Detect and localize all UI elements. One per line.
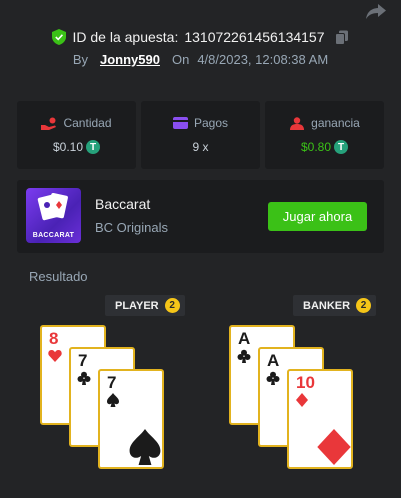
- share-icon[interactable]: [365, 2, 387, 20]
- by-label: By: [72, 52, 88, 67]
- username-link[interactable]: Jonny590: [100, 52, 160, 67]
- card-rank: A: [238, 329, 251, 348]
- club-icon: [266, 371, 280, 385]
- card-rank: 7: [78, 351, 88, 370]
- spade-icon: [107, 393, 119, 407]
- stat-payout-value: 9 x: [192, 140, 209, 154]
- diamond-large-icon: [317, 429, 351, 465]
- hand-coins-icon: [41, 117, 57, 130]
- profit-icon: [290, 116, 305, 130]
- bet-datetime: 4/8/2023, 12:08:38 AM: [197, 52, 329, 67]
- card-rank: 7: [107, 373, 117, 392]
- card-rank: 8: [49, 329, 59, 348]
- spade-large-icon: [129, 429, 161, 465]
- game-panel: BACCARAT Baccarat BC Originals Jugar aho…: [17, 180, 384, 253]
- club-icon: [77, 371, 91, 385]
- bet-id-row: ID de la apuesta: 131072261456134157: [0, 29, 401, 45]
- card-rank: 10: [296, 373, 315, 392]
- diamond-icon: [296, 393, 308, 407]
- cards-art-icon: [37, 192, 68, 221]
- bet-id-label: ID de la apuesta:: [72, 29, 179, 45]
- club-icon: [237, 349, 251, 363]
- stat-amount: Cantidad $0.10 T: [17, 101, 136, 169]
- game-name[interactable]: Baccarat: [95, 196, 150, 212]
- player-card-3: 7: [98, 369, 164, 469]
- bet-id-value: 131072261456134157: [184, 29, 325, 45]
- stat-profit-value: $0.80: [300, 140, 332, 154]
- banker-score: 2: [356, 298, 372, 313]
- stat-profit-label: ganancia: [311, 116, 360, 130]
- player-tag: PLAYER 2: [105, 295, 185, 316]
- banker-card-3: 10: [287, 369, 353, 469]
- bet-meta-row: By Jonny590 On 4/8/2023, 12:08:38 AM: [0, 52, 401, 67]
- player-score: 2: [164, 298, 180, 313]
- play-now-button[interactable]: Jugar ahora: [268, 202, 367, 231]
- wallet-icon: [172, 117, 188, 129]
- bet-stats: Cantidad $0.10 T Pagos 9 x ganancia $0.8…: [17, 101, 384, 169]
- game-thumbnail[interactable]: BACCARAT: [26, 188, 81, 243]
- game-thumbnail-text: BACCARAT: [32, 232, 75, 239]
- stat-payout-label: Pagos: [193, 116, 229, 130]
- result-heading: Resultado: [29, 269, 88, 284]
- verified-shield-icon: [52, 29, 67, 45]
- on-label: On: [171, 52, 190, 67]
- stat-amount-label: Cantidad: [63, 116, 112, 130]
- game-provider: BC Originals: [95, 220, 168, 235]
- stat-profit: ganancia $0.80 T: [265, 101, 384, 169]
- copy-icon[interactable]: [334, 30, 349, 45]
- card-rank: A: [267, 351, 280, 370]
- stat-amount-value: $0.10: [52, 140, 84, 154]
- banker-label: BANKER: [303, 299, 351, 312]
- usdt-coin-icon: T: [86, 140, 101, 154]
- banker-tag: BANKER 2: [293, 295, 377, 316]
- usdt-coin-icon: T: [334, 140, 349, 154]
- player-label: PLAYER: [115, 299, 159, 312]
- stat-payout: Pagos 9 x: [141, 101, 260, 169]
- heart-icon: [48, 350, 62, 362]
